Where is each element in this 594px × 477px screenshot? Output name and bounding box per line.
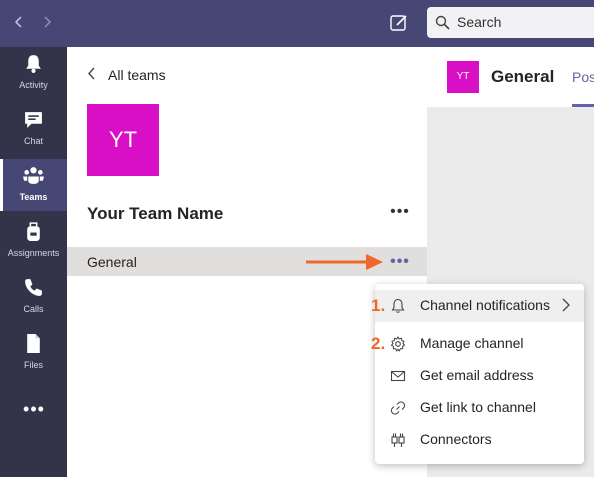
channel-context-menu: Channel notifications Manage channel Get… xyxy=(375,284,584,464)
link-icon xyxy=(390,401,406,415)
search-input[interactable]: Search xyxy=(427,7,594,38)
backpack-icon xyxy=(27,222,40,241)
rail-item-teams[interactable]: Teams xyxy=(0,159,67,211)
rail-item-assignments[interactable]: Assignments xyxy=(0,215,67,267)
menu-item-channel-notifications[interactable]: Channel notifications xyxy=(375,290,584,322)
team-avatar: YT xyxy=(87,104,159,176)
chevron-right-icon xyxy=(562,298,570,312)
app-rail: Activity Chat Teams Assignments Calls Fi… xyxy=(0,47,67,477)
rail-label: Assignments xyxy=(7,248,60,258)
active-tab-indicator xyxy=(572,104,594,107)
rail-item-files[interactable]: Files xyxy=(0,327,67,379)
tab-posts[interactable]: Posts xyxy=(572,69,594,85)
channel-title: General xyxy=(491,67,555,86)
search-icon xyxy=(435,15,450,30)
more-apps-icon[interactable]: ••• xyxy=(22,399,46,419)
rail-label: Calls xyxy=(23,304,44,314)
channel-more-options-button[interactable]: ••• xyxy=(389,254,411,270)
rail-label: Files xyxy=(23,360,43,370)
team-name: Your Team Name xyxy=(87,204,224,223)
title-bar: Search xyxy=(0,0,594,47)
all-teams-link[interactable]: All teams xyxy=(87,67,166,83)
annotation-arrow xyxy=(306,254,383,270)
teams-icon xyxy=(23,167,44,184)
channel-name: General xyxy=(87,254,137,270)
menu-item-label: Manage channel xyxy=(420,335,524,351)
rail-item-chat[interactable]: Chat xyxy=(0,103,67,155)
search-placeholder: Search xyxy=(457,14,502,30)
annotation-step-1: 1. xyxy=(371,296,386,315)
menu-item-get-link-to-channel[interactable]: Get link to channel xyxy=(375,392,584,424)
menu-item-connectors[interactable]: Connectors xyxy=(375,424,584,456)
bell-icon xyxy=(391,298,405,313)
rail-label: Chat xyxy=(23,136,43,146)
gear-icon xyxy=(390,336,406,352)
menu-item-manage-channel[interactable]: Manage channel xyxy=(375,328,584,360)
menu-item-label: Get email address xyxy=(420,367,534,383)
rail-item-calls[interactable]: Calls xyxy=(0,271,67,323)
menu-item-label: Get link to channel xyxy=(420,399,536,415)
rail-label: Teams xyxy=(19,192,48,202)
team-avatar-small: YT xyxy=(447,61,479,93)
all-teams-label: All teams xyxy=(108,67,166,83)
bell-icon xyxy=(26,55,41,73)
phone-icon xyxy=(25,279,42,296)
rail-label: Activity xyxy=(19,80,48,90)
chevron-left-icon xyxy=(87,67,96,83)
rail-item-activity[interactable]: Activity xyxy=(0,47,67,99)
chevron-left-icon[interactable] xyxy=(11,14,27,30)
email-icon xyxy=(390,370,406,382)
file-icon xyxy=(27,334,40,353)
menu-item-label: Channel notifications xyxy=(420,297,550,313)
connectors-icon xyxy=(391,433,405,447)
chat-icon xyxy=(25,112,42,128)
annotation-step-2: 2. xyxy=(371,334,386,353)
menu-item-label: Connectors xyxy=(420,431,492,447)
compose-icon[interactable] xyxy=(389,13,409,33)
team-more-options-button[interactable]: ••• xyxy=(389,204,411,220)
chevron-right-icon[interactable] xyxy=(39,14,55,30)
channel-header: YT General Posts xyxy=(427,47,594,107)
menu-item-get-email-address[interactable]: Get email address xyxy=(375,360,584,392)
